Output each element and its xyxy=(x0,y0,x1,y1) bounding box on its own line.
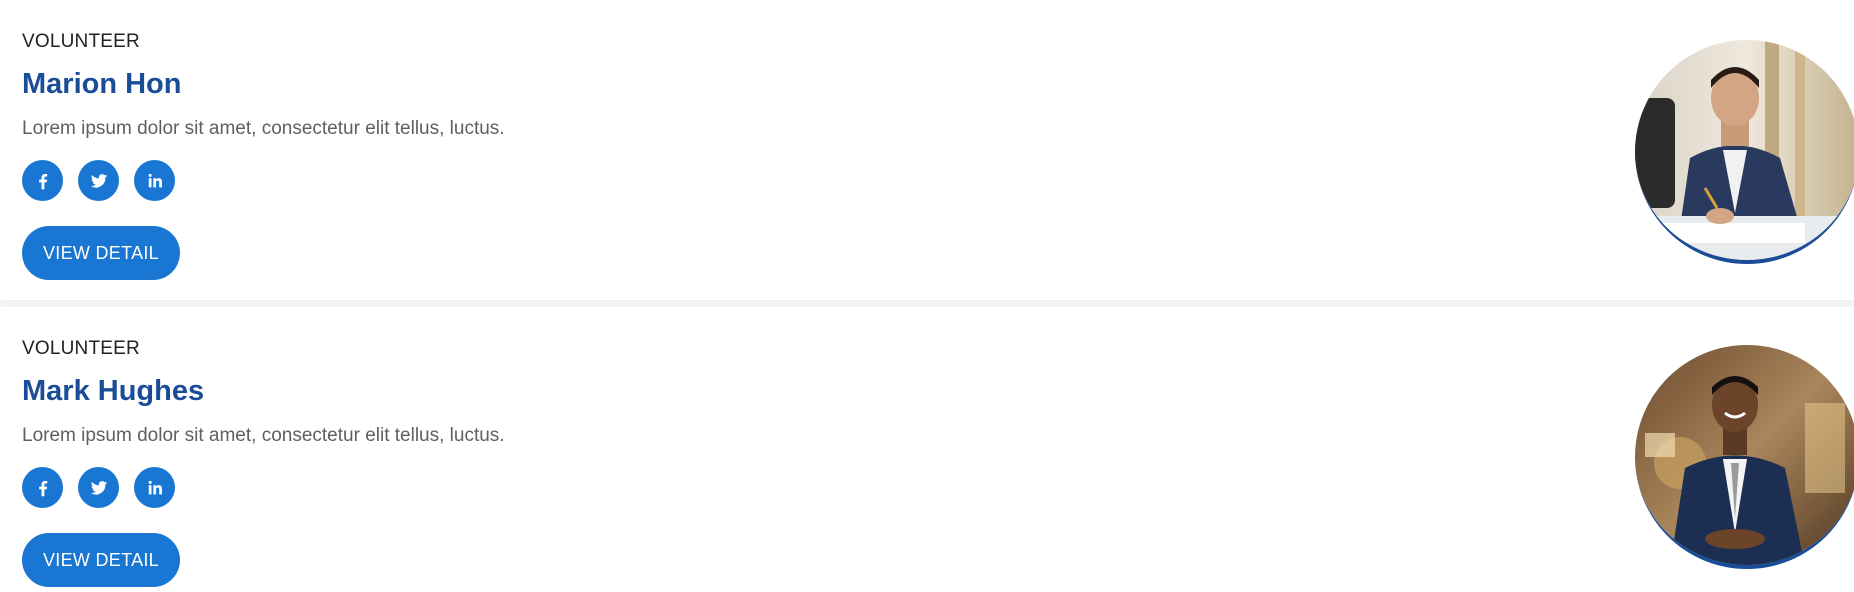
volunteer-description: Lorem ipsum dolor sit amet, consectetur … xyxy=(22,118,505,139)
volunteer-card: VOLUNTEER Marion Hon Lorem ipsum dolor s… xyxy=(0,0,1854,300)
social-links xyxy=(22,160,175,201)
view-detail-button[interactable]: VIEW DETAIL xyxy=(22,226,180,280)
facebook-icon[interactable] xyxy=(22,160,63,201)
volunteer-role: VOLUNTEER xyxy=(22,31,140,52)
view-detail-button[interactable]: VIEW DETAIL xyxy=(22,533,180,587)
linkedin-icon[interactable] xyxy=(134,160,175,201)
facebook-icon[interactable] xyxy=(22,467,63,508)
volunteer-card: VOLUNTEER Mark Hughes Lorem ipsum dolor … xyxy=(0,307,1854,592)
volunteer-role: VOLUNTEER xyxy=(22,338,140,359)
volunteer-description: Lorem ipsum dolor sit amet, consectetur … xyxy=(22,425,505,446)
twitter-icon[interactable] xyxy=(78,467,119,508)
volunteer-photo xyxy=(1635,345,1854,569)
linkedin-icon[interactable] xyxy=(134,467,175,508)
twitter-icon[interactable] xyxy=(78,160,119,201)
volunteer-name[interactable]: Mark Hughes xyxy=(22,375,204,408)
volunteer-photo xyxy=(1635,40,1854,264)
volunteer-name[interactable]: Marion Hon xyxy=(22,68,182,101)
social-links xyxy=(22,467,175,508)
volunteer-list: VOLUNTEER Marion Hon Lorem ipsum dolor s… xyxy=(0,0,1854,592)
